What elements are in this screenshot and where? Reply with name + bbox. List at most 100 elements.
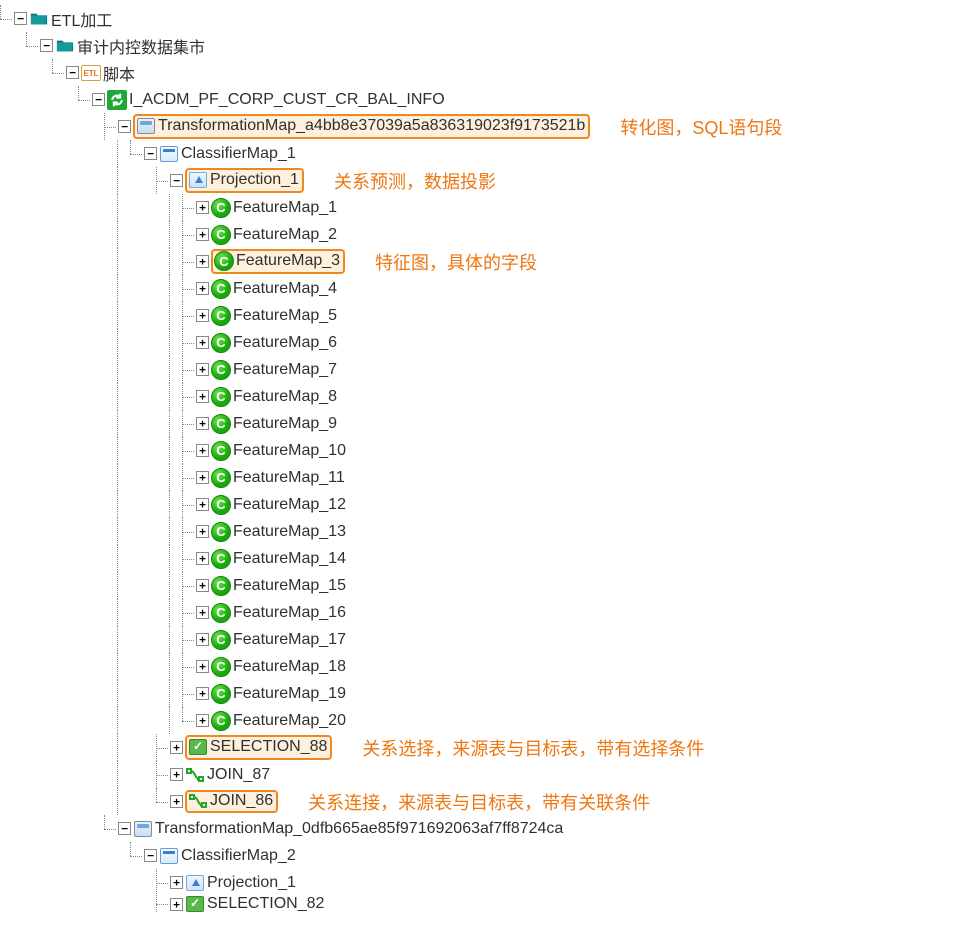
node-label: FeatureMap_2 xyxy=(233,226,337,244)
collapse-toggle[interactable]: − xyxy=(170,174,183,187)
expand-toggle[interactable]: + xyxy=(196,363,209,376)
expand-toggle[interactable]: + xyxy=(196,390,209,403)
node-label: FeatureMap_5 xyxy=(233,307,337,325)
tree-node-featuremap[interactable]: +CFeatureMap_2 xyxy=(0,221,980,248)
selection-icon xyxy=(185,896,205,912)
tree-node-featuremap[interactable]: +CFeatureMap_11 xyxy=(0,464,980,491)
expand-toggle[interactable]: + xyxy=(196,255,209,268)
tree-node-featuremap[interactable]: +CFeatureMap_13 xyxy=(0,518,980,545)
expand-toggle[interactable]: + xyxy=(196,417,209,430)
folder-open-icon xyxy=(29,9,49,29)
tree-node-selection[interactable]: + SELECTION_82 xyxy=(0,896,980,912)
tree-node-featuremap[interactable]: +CFeatureMap_20 xyxy=(0,707,980,734)
tree-node-featuremap[interactable]: +CFeatureMap_3特征图，具体的字段 xyxy=(0,248,980,275)
collapse-toggle[interactable]: − xyxy=(118,822,131,835)
expand-toggle[interactable]: + xyxy=(170,898,183,911)
tree-node-featuremap[interactable]: +CFeatureMap_15 xyxy=(0,572,980,599)
tree-node-featuremap[interactable]: +CFeatureMap_1 xyxy=(0,194,980,221)
expand-toggle[interactable]: + xyxy=(196,444,209,457)
tree-node[interactable]: − ClassifierMap_2 xyxy=(0,842,980,869)
tree-node[interactable]: − 审计内控数据集市 xyxy=(0,32,980,59)
tree-node-transformation-map[interactable]: − TransformationMap_a4bb8e37039a5a836319… xyxy=(0,113,980,140)
tree-node-projection[interactable]: − Projection_1 关系预测，数据投影 xyxy=(0,167,980,194)
node-label: FeatureMap_6 xyxy=(233,334,337,352)
tree-node-selection[interactable]: + SELECTION_88 关系选择，来源表与目标表，带有选择条件 xyxy=(0,734,980,761)
folder-open-icon xyxy=(55,36,75,56)
expand-toggle[interactable]: + xyxy=(196,633,209,646)
expand-toggle[interactable]: + xyxy=(196,552,209,565)
tree-node-featuremap[interactable]: +CFeatureMap_17 xyxy=(0,626,980,653)
tree-node-featuremap[interactable]: +CFeatureMap_6 xyxy=(0,329,980,356)
feature-c-icon: C xyxy=(211,306,231,326)
feature-c-icon: C xyxy=(211,522,231,542)
node-label: FeatureMap_7 xyxy=(233,361,337,379)
feature-c-icon: C xyxy=(211,225,231,245)
node-label: Projection_1 xyxy=(207,874,296,892)
expand-toggle[interactable]: + xyxy=(196,228,209,241)
node-label: SELECTION_82 xyxy=(207,896,324,912)
feature-c-icon: C xyxy=(214,251,234,271)
collapse-toggle[interactable]: − xyxy=(40,39,53,52)
feature-c-icon: C xyxy=(211,468,231,488)
collapse-toggle[interactable]: − xyxy=(92,93,105,106)
collapse-toggle[interactable]: − xyxy=(14,12,27,25)
feature-c-icon: C xyxy=(211,549,231,569)
expand-toggle[interactable]: + xyxy=(170,876,183,889)
tree-node[interactable]: − ETL 脚本 xyxy=(0,59,980,86)
annotation: 关系选择，来源表与目标表，带有选择条件 xyxy=(362,735,704,761)
node-label: ClassifierMap_2 xyxy=(181,847,296,865)
tree-node-featuremap[interactable]: +CFeatureMap_16 xyxy=(0,599,980,626)
feature-c-icon: C xyxy=(211,198,231,218)
tree-node-featuremap[interactable]: +CFeatureMap_14 xyxy=(0,545,980,572)
annotation: 关系连接，来源表与目标表，带有关联条件 xyxy=(308,789,650,815)
tree-node-join[interactable]: + JOIN_86 关系连接，来源表与目标表，带有关联条件 xyxy=(0,788,980,815)
tree-node-featuremap[interactable]: +CFeatureMap_4 xyxy=(0,275,980,302)
map-icon xyxy=(136,116,156,136)
expand-toggle[interactable]: + xyxy=(196,606,209,619)
map-icon xyxy=(133,819,153,839)
tree-node-transformation-map[interactable]: − TransformationMap_0dfb665ae85f97169206… xyxy=(0,815,980,842)
expand-toggle[interactable]: + xyxy=(170,795,183,808)
expand-toggle[interactable]: + xyxy=(196,660,209,673)
expand-toggle[interactable]: + xyxy=(196,687,209,700)
tree-node-projection[interactable]: + Projection_1 xyxy=(0,869,980,896)
expand-toggle[interactable]: + xyxy=(196,525,209,538)
tree-node-featuremap[interactable]: +CFeatureMap_12 xyxy=(0,491,980,518)
expand-toggle[interactable]: + xyxy=(196,471,209,484)
tree-node-featuremap[interactable]: +CFeatureMap_19 xyxy=(0,680,980,707)
expand-toggle[interactable]: + xyxy=(196,498,209,511)
expand-toggle[interactable]: + xyxy=(196,282,209,295)
expand-toggle[interactable]: + xyxy=(170,741,183,754)
node-label: FeatureMap_19 xyxy=(233,685,346,703)
projection-icon xyxy=(188,170,208,190)
tree-node-featuremap[interactable]: +CFeatureMap_9 xyxy=(0,410,980,437)
classifier-icon xyxy=(159,144,179,164)
feature-c-icon: C xyxy=(211,414,231,434)
node-label: Projection_1 xyxy=(210,171,299,189)
collapse-toggle[interactable]: − xyxy=(66,66,79,79)
node-label: FeatureMap_17 xyxy=(233,631,346,649)
tree-node-featuremap[interactable]: +CFeatureMap_18 xyxy=(0,653,980,680)
expand-toggle[interactable]: + xyxy=(196,579,209,592)
refresh-icon xyxy=(107,90,127,110)
tree-node-root[interactable]: − ETL加工 xyxy=(0,5,980,32)
node-label: FeatureMap_9 xyxy=(233,415,337,433)
feature-c-icon: C xyxy=(211,387,231,407)
tree-node-featuremap[interactable]: +CFeatureMap_8 xyxy=(0,383,980,410)
collapse-toggle[interactable]: − xyxy=(144,147,157,160)
tree-node-featuremap[interactable]: +CFeatureMap_5 xyxy=(0,302,980,329)
tree-node[interactable]: − I_ACDM_PF_CORP_CUST_CR_BAL_INFO xyxy=(0,86,980,113)
collapse-toggle[interactable]: − xyxy=(144,849,157,862)
expand-toggle[interactable]: + xyxy=(196,336,209,349)
tree-node-join[interactable]: + JOIN_87 xyxy=(0,761,980,788)
expand-toggle[interactable]: + xyxy=(196,201,209,214)
tree-node[interactable]: − ClassifierMap_1 xyxy=(0,140,980,167)
expand-toggle[interactable]: + xyxy=(196,309,209,322)
expand-toggle[interactable]: + xyxy=(170,768,183,781)
node-label: FeatureMap_12 xyxy=(233,496,346,514)
tree-node-featuremap[interactable]: +CFeatureMap_10 xyxy=(0,437,980,464)
collapse-toggle[interactable]: − xyxy=(118,120,131,133)
tree-node-featuremap[interactable]: +CFeatureMap_7 xyxy=(0,356,980,383)
node-label: SELECTION_88 xyxy=(210,738,327,756)
expand-toggle[interactable]: + xyxy=(196,714,209,727)
